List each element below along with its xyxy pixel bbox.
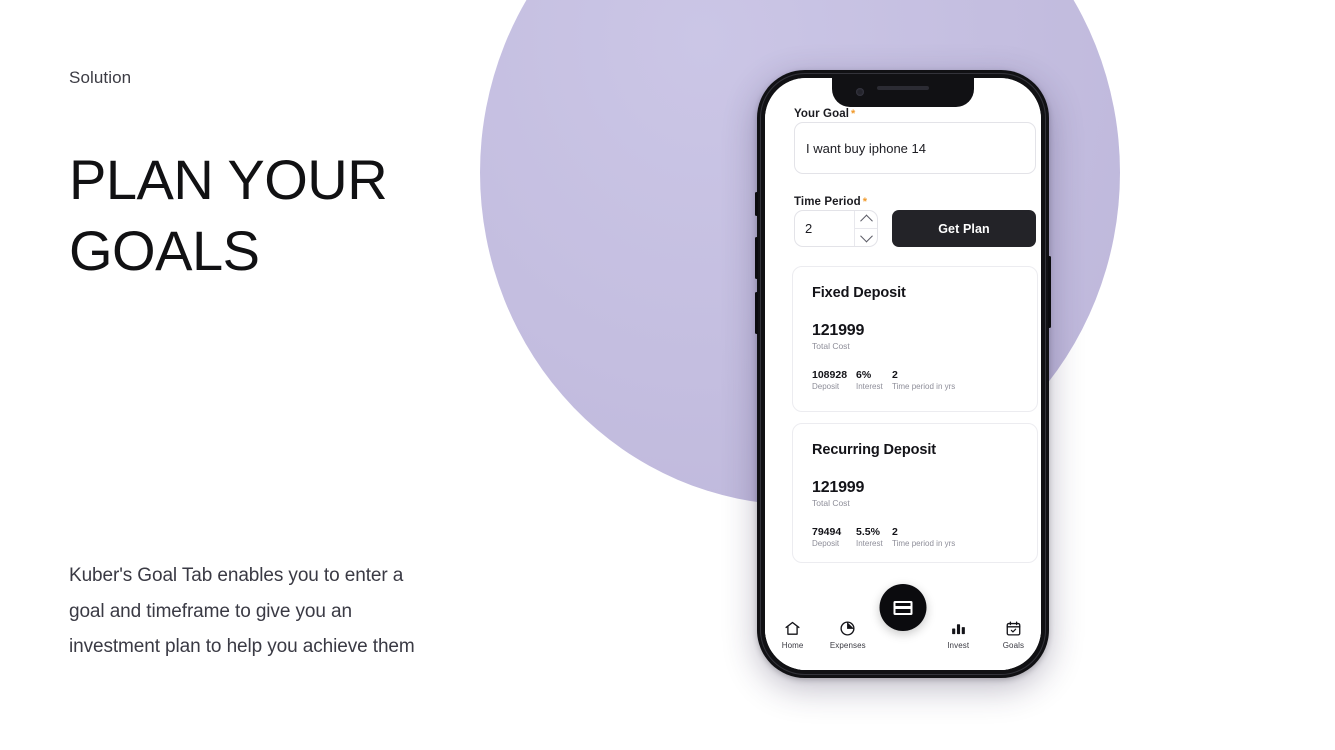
card-metrics: 79494 Deposit 5.5% Interest 2 Time perio… [812, 526, 1018, 548]
metric-interest: 5.5% Interest [856, 526, 892, 548]
nav-item-expenses[interactable]: Expenses [820, 619, 875, 650]
calendar-check-icon [1005, 619, 1022, 638]
metric-caption: Time period in yrs [892, 382, 956, 391]
time-required-asterisk: * [862, 196, 868, 208]
earpiece-speaker-icon [877, 86, 929, 90]
chevron-down-icon [859, 229, 873, 243]
stepper-decrement-button[interactable] [855, 229, 877, 246]
phone-mute-switch[interactable] [755, 192, 758, 216]
metric-caption: Interest [856, 539, 883, 548]
nav-label: Home [781, 641, 804, 650]
bar-chart-icon [950, 619, 967, 638]
goal-field-label: Your Goal * [794, 108, 855, 120]
nav-item-home[interactable]: Home [765, 619, 820, 650]
result-card-recurring-deposit: Recurring Deposit 121999 Total Cost 7949… [792, 423, 1038, 563]
card-title: Fixed Deposit [812, 285, 906, 301]
time-period-input[interactable] [795, 211, 854, 246]
metric-deposit: 79494 Deposit [812, 526, 856, 548]
chevron-up-icon [859, 214, 873, 228]
page-title: PLAN YOUR GOALS [69, 147, 388, 282]
left-text-column: Solution PLAN YOUR GOALS Kuber's Goal Ta… [69, 0, 449, 750]
stepper-increment-button[interactable] [855, 211, 877, 229]
phone-mockup: Your Goal* Time Period* Get Plan [755, 70, 1051, 678]
nav-label: Expenses [829, 641, 866, 650]
metric-time-period: 2 Time period in yrs [892, 369, 992, 391]
phone-notch [832, 78, 974, 107]
card-total-value: 121999 [812, 479, 865, 496]
metric-value: 108928 [812, 369, 848, 381]
nav-item-invest[interactable]: Invest [931, 619, 986, 650]
phone-power-button[interactable] [1048, 256, 1051, 328]
metric-caption: Deposit [812, 539, 840, 548]
metric-value: 79494 [812, 526, 842, 538]
goal-label-text: Your Goal [794, 108, 849, 120]
app-screen-goals: Your Goal* Time Period* Get Plan [765, 78, 1041, 670]
time-period-stepper[interactable] [794, 210, 878, 247]
phone-screen: Your Goal* Time Period* Get Plan [765, 78, 1041, 670]
metric-caption: Interest [856, 382, 883, 391]
card-total-caption: Total Cost [812, 341, 850, 351]
metric-value: 2 [892, 526, 898, 538]
metric-interest: 6% Interest [856, 369, 892, 391]
goal-required-asterisk: * [851, 108, 856, 120]
pie-chart-icon [839, 619, 856, 638]
nav-label: Goals [1002, 641, 1025, 650]
metric-value: 6% [856, 369, 872, 381]
phone-volume-up-button[interactable] [755, 237, 758, 279]
result-card-fixed-deposit: Fixed Deposit 121999 Total Cost 108928 D… [792, 266, 1038, 412]
nav-label: Invest [947, 641, 970, 650]
time-period-field-label: Time Period * [794, 196, 867, 208]
bottom-navigation-bar: Home Expenses Invest Goals [765, 584, 1041, 670]
stepper-controls[interactable] [854, 211, 877, 246]
metric-time-period: 2 Time period in yrs [892, 526, 992, 548]
home-icon [784, 619, 801, 638]
front-camera-icon [856, 88, 864, 96]
metric-value: 5.5% [856, 526, 880, 538]
section-eyebrow: Solution [69, 68, 132, 87]
metric-deposit: 108928 Deposit [812, 369, 856, 391]
card-metrics: 108928 Deposit 6% Interest 2 Time period… [812, 369, 1018, 391]
get-plan-button[interactable]: Get Plan [892, 210, 1036, 247]
metric-caption: Deposit [812, 382, 840, 391]
metric-value: 2 [892, 369, 898, 381]
time-label-text: Time Period [794, 196, 861, 208]
metric-caption: Time period in yrs [892, 539, 956, 548]
nav-item-goals[interactable]: Goals [986, 619, 1041, 650]
card-title: Recurring Deposit [812, 442, 936, 458]
card-total-caption: Total Cost [812, 498, 850, 508]
card-stack-icon [893, 600, 913, 615]
description-paragraph: Kuber's Goal Tab enables you to enter a … [69, 565, 415, 657]
phone-volume-down-button[interactable] [755, 292, 758, 334]
goal-input[interactable] [794, 122, 1036, 174]
primary-action-fab[interactable] [879, 584, 927, 631]
card-total-value: 121999 [812, 322, 865, 339]
